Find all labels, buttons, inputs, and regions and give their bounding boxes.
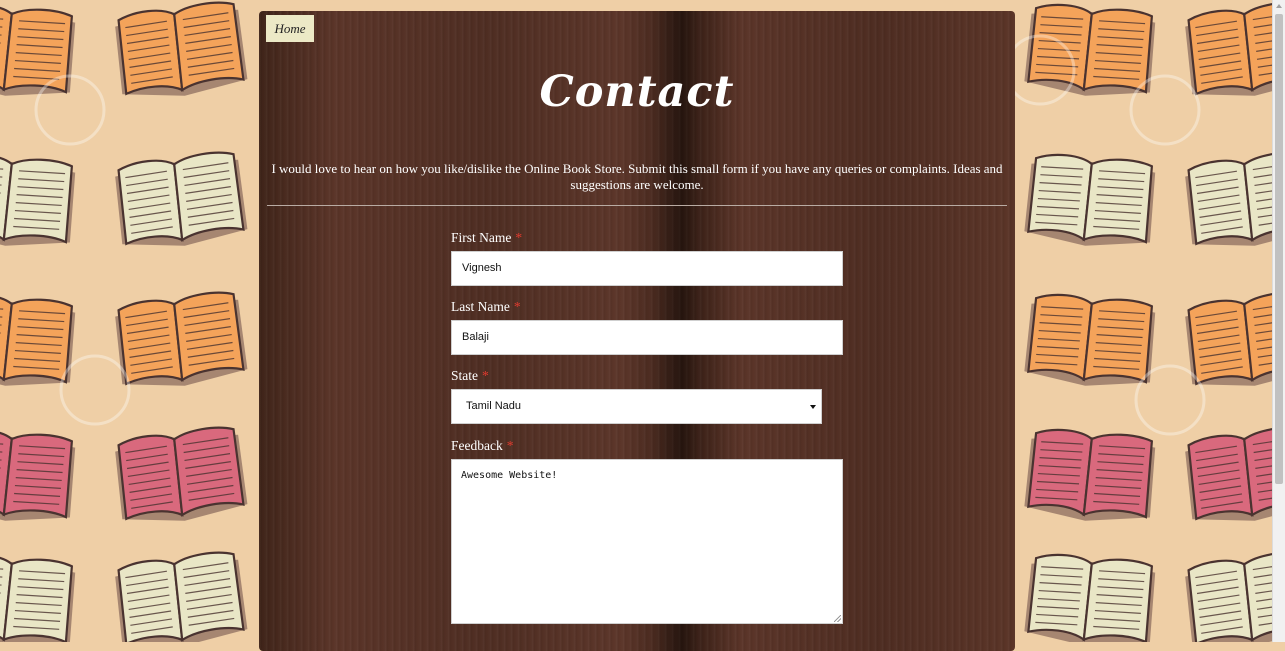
book-icon (1024, 293, 1156, 386)
book-icon (0, 428, 76, 521)
chevron-down-icon (810, 405, 816, 409)
book-icon (1185, 551, 1285, 642)
page-title: Contact (539, 67, 735, 117)
first-name-label-text: First Name (451, 230, 512, 245)
first-name-value: Vignesh (462, 262, 502, 274)
feedback-label-text: Feedback (451, 438, 503, 453)
feedback-label: Feedback * (451, 438, 513, 454)
vertical-scrollbar[interactable] (1272, 0, 1285, 642)
book-icon (0, 153, 76, 246)
book-icon (1185, 426, 1285, 521)
book-icon (115, 1, 248, 96)
book-icon (1185, 291, 1285, 386)
watermark-mark (1129, 74, 1201, 146)
watermark-mark (1134, 364, 1206, 436)
book-icon (115, 551, 248, 642)
book-icon (0, 553, 76, 642)
first-name-input[interactable]: Vignesh (451, 251, 843, 286)
home-link[interactable]: Home (266, 15, 314, 42)
state-selected-value: Tamil Nadu (466, 400, 522, 412)
required-marker: * (515, 230, 523, 245)
divider (267, 205, 1007, 206)
state-label-text: State (451, 368, 478, 383)
book-icon (1024, 428, 1156, 521)
resize-handle-icon[interactable] (834, 615, 841, 622)
book-icon (1185, 151, 1285, 246)
first-name-label: First Name * (451, 230, 522, 246)
scroll-up-icon[interactable] (1276, 4, 1282, 8)
book-icon (1024, 153, 1156, 246)
watermark-mark (59, 354, 131, 426)
book-icon (0, 3, 76, 96)
last-name-label: Last Name * (451, 299, 521, 315)
required-marker: * (506, 438, 514, 453)
contact-panel: Home Contact I would love to hear on how… (259, 11, 1015, 651)
book-icon (0, 293, 76, 386)
book-icon (115, 291, 248, 386)
book-icon (115, 151, 248, 246)
intro-text: I would love to hear on how you like/dis… (271, 161, 1003, 192)
state-select[interactable]: Tamil Nadu (451, 389, 822, 424)
feedback-textarea[interactable]: Awesome Website! (451, 459, 843, 624)
required-marker: * (513, 299, 521, 314)
last-name-label-text: Last Name (451, 299, 510, 314)
required-marker: * (482, 368, 489, 383)
scrollbar-thumb[interactable] (1275, 14, 1283, 484)
last-name-input[interactable]: Balaji (451, 320, 843, 355)
book-icon (1024, 553, 1156, 642)
feedback-value: Awesome Website! (461, 470, 558, 481)
last-name-value: Balaji (462, 331, 489, 343)
book-icon (115, 426, 248, 521)
book-icon (1185, 1, 1285, 96)
state-label: State * (451, 368, 489, 384)
